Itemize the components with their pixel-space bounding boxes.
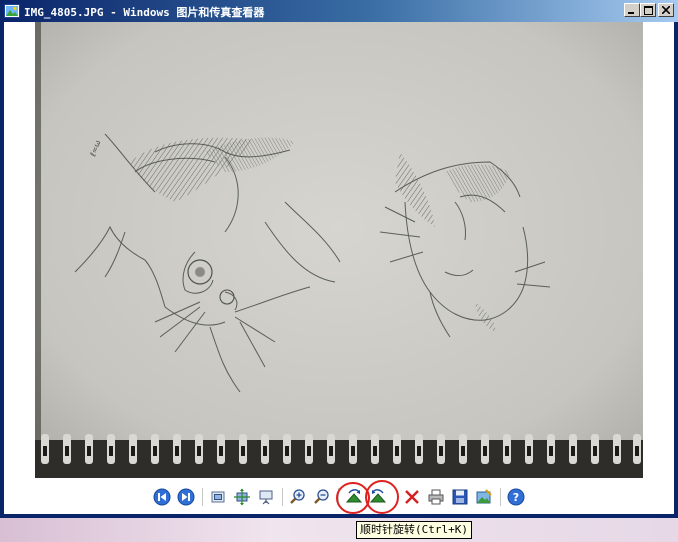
- toolbar-separator: [202, 488, 203, 506]
- svg-text:?: ?: [513, 491, 519, 504]
- minimize-icon: [628, 12, 634, 14]
- viewer-toolbar: ?: [4, 484, 674, 510]
- save-button[interactable]: [450, 487, 470, 507]
- viewer-client-area: ℓ≈ω ?: [4, 22, 674, 514]
- help-icon: ?: [507, 488, 525, 506]
- previous-image-button[interactable]: [152, 487, 172, 507]
- displayed-photo[interactable]: ℓ≈ω: [35, 22, 643, 478]
- zoom-in-button[interactable]: [288, 487, 308, 507]
- edit-icon: [476, 489, 492, 504]
- rotate-counterclockwise-icon: [369, 489, 387, 503]
- window-title: IMG_4805.JPG - Windows 图片和传真查看器: [24, 6, 265, 19]
- minimize-button[interactable]: [624, 3, 640, 17]
- toolbar-separator: [282, 488, 283, 506]
- rotate-counterclockwise-button[interactable]: [368, 487, 388, 507]
- toolbar-separator: [338, 488, 339, 506]
- slideshow-button[interactable]: [256, 487, 276, 507]
- best-fit-icon: [211, 491, 225, 503]
- zoom-out-icon: [314, 489, 329, 504]
- print-button[interactable]: [426, 487, 446, 507]
- toolbar-separator: [500, 488, 501, 506]
- rotate-clockwise-icon: [345, 489, 363, 503]
- maximize-button[interactable]: [640, 3, 656, 17]
- desktop-background: [0, 518, 678, 542]
- picture-viewer-app-icon: [4, 4, 20, 18]
- close-button[interactable]: [658, 3, 674, 17]
- edit-button[interactable]: [474, 487, 494, 507]
- zoom-in-icon: [290, 489, 305, 504]
- close-icon: [662, 6, 670, 14]
- best-fit-button[interactable]: [208, 487, 228, 507]
- slideshow-icon: [259, 490, 273, 505]
- actual-size-icon: [234, 488, 250, 506]
- actual-size-button[interactable]: [232, 487, 252, 507]
- print-icon: [428, 489, 444, 505]
- save-icon: [452, 489, 468, 505]
- previous-icon: [153, 488, 171, 506]
- delete-icon: [405, 490, 419, 504]
- zoom-out-button[interactable]: [312, 487, 332, 507]
- rotate-clockwise-button[interactable]: [344, 487, 364, 507]
- help-button[interactable]: ?: [506, 487, 526, 507]
- next-icon: [177, 488, 195, 506]
- maximize-icon: [643, 5, 653, 15]
- delete-button[interactable]: [402, 487, 422, 507]
- picture-viewer-window: IMG_4805.JPG - Windows 图片和传真查看器 ℓ≈ω ?: [0, 0, 678, 518]
- title-bar[interactable]: IMG_4805.JPG - Windows 图片和传真查看器: [0, 0, 678, 22]
- tooltip: 顺时针旋转(Ctrl+K): [356, 521, 472, 539]
- next-image-button[interactable]: [176, 487, 196, 507]
